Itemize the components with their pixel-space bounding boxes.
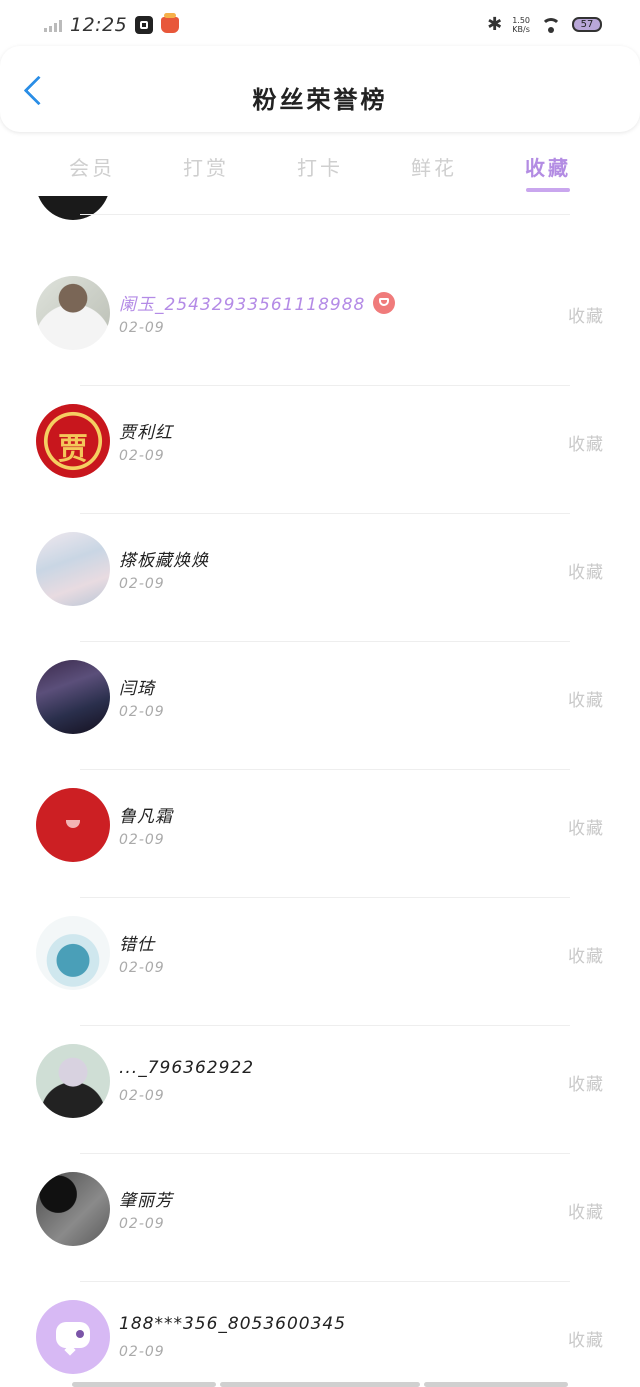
username: 搽板藏焕焕: [119, 551, 209, 571]
username: 阑玉_25432933561118988: [119, 290, 396, 316]
date: 02-09: [119, 1088, 165, 1104]
list-item[interactable]: 贾 贾利红 02-09 收藏: [0, 386, 640, 514]
tab-favorites[interactable]: 收藏: [508, 152, 588, 181]
tab-member[interactable]: 会员: [52, 152, 132, 181]
list-item-partial[interactable]: [0, 196, 640, 258]
bluetooth-icon: ✱: [487, 14, 503, 35]
action-label: 收藏: [568, 1331, 604, 1351]
gesture-bar: [0, 1381, 640, 1387]
action-label: 收藏: [568, 1075, 604, 1095]
fan-list[interactable]: 阑玉_25432933561118988 02-09 收藏 贾 贾利红 02-0…: [0, 196, 640, 1376]
action-label: 收藏: [568, 307, 604, 327]
chat-bubble-icon: [56, 1322, 90, 1348]
header-bar: 粉丝荣誉榜: [0, 46, 640, 132]
date: 02-09: [119, 1216, 165, 1232]
list-item[interactable]: 鲁凡霜 02-09 收藏: [0, 770, 640, 898]
app-notification-icon: [135, 16, 154, 34]
active-tab-indicator: [526, 188, 570, 192]
avatar[interactable]: [36, 1300, 110, 1374]
action-label: 收藏: [568, 819, 604, 839]
network-speed: 1.50 KB/s: [512, 15, 530, 34]
divider: [80, 214, 570, 215]
list-item[interactable]: 肇丽芳 02-09 收藏: [0, 1154, 640, 1282]
avatar[interactable]: [36, 916, 110, 990]
avatar[interactable]: [36, 1044, 110, 1118]
username: 贾利红: [119, 423, 173, 443]
status-bar: 12:25 ✱ 1.50 KB/s 57: [0, 0, 640, 52]
date: 02-09: [119, 832, 165, 848]
signal-icon: [44, 18, 62, 32]
avatar[interactable]: 贾: [36, 404, 110, 478]
action-label: 收藏: [568, 435, 604, 455]
date: 02-09: [119, 1344, 165, 1360]
avatar[interactable]: [36, 788, 110, 862]
list-item[interactable]: 闫琦 02-09 收藏: [0, 642, 640, 770]
username: 错仕: [119, 935, 155, 955]
action-label: 收藏: [568, 691, 604, 711]
avatar: [36, 196, 110, 220]
tab-checkin[interactable]: 打卡: [280, 152, 360, 181]
list-item[interactable]: 188***356_8053600345 02-09 收藏: [0, 1282, 640, 1376]
username: 鲁凡霜: [119, 807, 173, 827]
wifi-icon: [540, 16, 562, 34]
list-item[interactable]: 错仕 02-09 收藏: [0, 898, 640, 1026]
clock: 12:25: [70, 14, 128, 36]
username: 闫琦: [119, 679, 155, 699]
avatar-character: 贾: [58, 432, 88, 467]
action-label: 收藏: [568, 563, 604, 583]
list-item[interactable]: 搽板藏焕焕 02-09 收藏: [0, 514, 640, 642]
battery-icon: 57: [572, 17, 602, 32]
username: ..._796362922: [119, 1058, 255, 1078]
avatar[interactable]: [36, 660, 110, 734]
page-title: 粉丝荣誉榜: [252, 86, 388, 114]
date: 02-09: [119, 576, 165, 592]
action-label: 收藏: [568, 1203, 604, 1223]
vip-diamond-icon: [373, 292, 396, 314]
action-label: 收藏: [568, 947, 604, 967]
tab-tip[interactable]: 打赏: [166, 152, 246, 181]
username: 肇丽芳: [119, 1191, 173, 1211]
avatar[interactable]: [36, 532, 110, 606]
date: 02-09: [119, 704, 165, 720]
cake-notification-icon: [161, 13, 180, 33]
date: 02-09: [119, 320, 165, 336]
tab-bar: 会员 打赏 打卡 鲜花 收藏: [0, 146, 640, 196]
username: 188***356_8053600345: [119, 1314, 347, 1334]
avatar[interactable]: [36, 1172, 110, 1246]
date: 02-09: [119, 960, 165, 976]
battery-level: 57: [580, 19, 594, 30]
list-item[interactable]: 阑玉_25432933561118988 02-09 收藏: [0, 258, 640, 386]
tab-flowers[interactable]: 鲜花: [394, 152, 474, 181]
date: 02-09: [119, 448, 165, 464]
list-item[interactable]: ..._796362922 02-09 收藏: [0, 1026, 640, 1154]
avatar[interactable]: [36, 276, 110, 350]
